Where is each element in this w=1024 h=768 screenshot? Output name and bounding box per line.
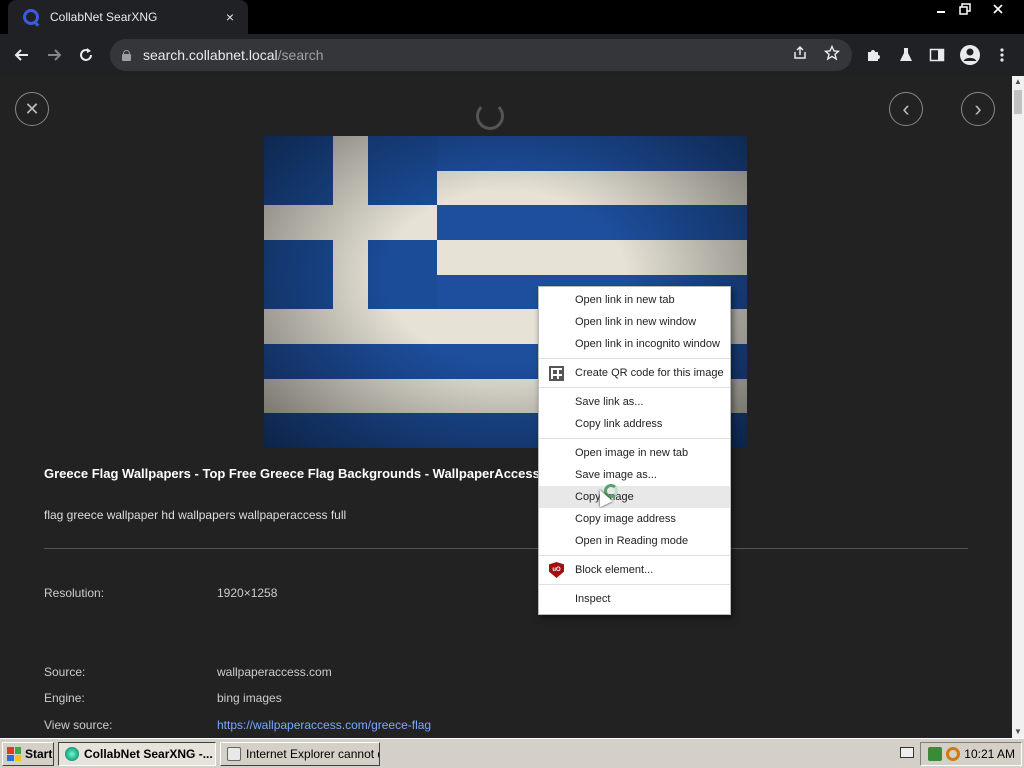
taskbar-item-searxng[interactable]: CollabNet SearXNG -... bbox=[58, 742, 216, 766]
engine-label: Engine: bbox=[44, 691, 85, 705]
loading-spinner-icon bbox=[476, 102, 504, 130]
menu-item-copy-image-address[interactable]: Copy image address bbox=[539, 508, 730, 530]
context-menu: Open link in new tab Open link in new wi… bbox=[538, 286, 731, 615]
menu-item-inspect[interactable]: Inspect bbox=[539, 588, 730, 610]
scroll-up-icon[interactable]: ▲ bbox=[1012, 76, 1024, 88]
menu-separator bbox=[539, 584, 730, 585]
menu-item-open-image-new-tab[interactable]: Open image in new tab bbox=[539, 442, 730, 464]
system-tray: 10:21 AM bbox=[920, 742, 1022, 766]
result-title: Greece Flag Wallpapers - Top Free Greece… bbox=[44, 466, 540, 481]
close-icon bbox=[993, 4, 1003, 14]
back-button[interactable] bbox=[6, 39, 38, 71]
keyboard-layout-icon[interactable] bbox=[900, 747, 914, 758]
menu-item-open-link-incognito[interactable]: Open link in incognito window bbox=[539, 333, 730, 355]
menu-item-block-element[interactable]: uO Block element... bbox=[539, 559, 730, 581]
menu-item-save-link-as[interactable]: Save link as... bbox=[539, 391, 730, 413]
window-close-button[interactable] bbox=[984, 0, 1012, 18]
lock-icon bbox=[122, 49, 131, 61]
address-bar[interactable]: search.collabnet.local/search bbox=[110, 39, 852, 71]
task-label: Internet Explorer cannot d... bbox=[246, 747, 380, 761]
menu-separator bbox=[539, 438, 730, 439]
menu-separator bbox=[539, 358, 730, 359]
menu-button[interactable] bbox=[986, 39, 1018, 71]
menu-item-label: Create QR code for this image bbox=[575, 367, 724, 379]
menu-item-label: Block element... bbox=[575, 564, 654, 576]
divider bbox=[44, 548, 968, 549]
previous-image-button[interactable]: ‹ bbox=[889, 92, 923, 126]
ie-error-page-icon bbox=[227, 747, 241, 761]
forward-arrow-icon bbox=[48, 49, 62, 61]
browser-titlebar: CollabNet SearXNG × bbox=[0, 0, 1024, 34]
forward-button[interactable] bbox=[38, 39, 70, 71]
source-label: Source: bbox=[44, 665, 86, 679]
menu-item-open-link-new-tab[interactable]: Open link in new tab bbox=[539, 289, 730, 311]
labs-button[interactable] bbox=[890, 39, 922, 71]
windows-logo-icon bbox=[7, 747, 21, 761]
menu-item-create-qr-code[interactable]: Create QR code for this image bbox=[539, 362, 730, 384]
restore-icon bbox=[959, 3, 971, 15]
chrome-icon bbox=[65, 747, 79, 761]
network-tray-icon[interactable] bbox=[928, 747, 943, 761]
bookmark-star-icon[interactable] bbox=[823, 44, 841, 65]
url-path: /search bbox=[277, 47, 324, 63]
kebab-menu-icon bbox=[1000, 48, 1004, 62]
reload-icon bbox=[80, 48, 92, 61]
resolution-label: Resolution: bbox=[44, 586, 105, 600]
browser-tab[interactable]: CollabNet SearXNG × bbox=[8, 0, 248, 34]
restore-button[interactable] bbox=[951, 0, 979, 18]
source-value: wallpaperaccess.com bbox=[217, 665, 332, 679]
search-tray-icon[interactable] bbox=[946, 747, 961, 761]
scroll-thumb[interactable] bbox=[1014, 90, 1022, 114]
puzzle-icon bbox=[868, 50, 880, 61]
scroll-down-icon[interactable]: ▼ bbox=[1012, 726, 1024, 738]
menu-item-copy-link-address[interactable]: Copy link address bbox=[539, 413, 730, 435]
image-viewer-page: ✕ ‹ › Greece Flag Wallpapers - Top Free … bbox=[0, 76, 1012, 738]
start-label: Start bbox=[25, 747, 53, 761]
start-button[interactable]: Start bbox=[2, 742, 54, 766]
engine-value: bing images bbox=[217, 691, 282, 705]
minimize-icon bbox=[937, 11, 945, 13]
resolution-value: 1920×1258 bbox=[217, 586, 278, 600]
share-icon[interactable] bbox=[792, 45, 808, 65]
tab-title: CollabNet SearXNG bbox=[50, 10, 158, 24]
windows-taskbar: Start CollabNet SearXNG -... Internet Ex… bbox=[0, 738, 1024, 768]
profile-button[interactable] bbox=[954, 39, 986, 71]
side-panel-button[interactable] bbox=[921, 39, 953, 71]
clock: 10:21 AM bbox=[964, 747, 1015, 761]
side-panel-icon bbox=[929, 48, 945, 62]
next-image-button[interactable]: › bbox=[961, 92, 995, 126]
menu-separator bbox=[539, 555, 730, 556]
view-source-link[interactable]: https://wallpaperaccess.com/greece-flag bbox=[217, 718, 431, 732]
viewer-close-button[interactable]: ✕ bbox=[15, 92, 49, 126]
back-arrow-icon bbox=[14, 49, 28, 61]
qr-code-icon bbox=[549, 366, 564, 381]
avatar-icon bbox=[960, 45, 980, 65]
menu-item-copy-image[interactable]: Copy image bbox=[539, 486, 730, 508]
flask-icon bbox=[900, 48, 912, 61]
tab-close-button[interactable]: × bbox=[222, 9, 238, 25]
ublock-shield-icon: uO bbox=[549, 562, 564, 578]
searxng-favicon-icon bbox=[22, 8, 40, 26]
menu-item-save-image-as[interactable]: Save image as... bbox=[539, 464, 730, 486]
page-scrollbar[interactable]: ▲ ▼ bbox=[1012, 76, 1024, 738]
reload-button[interactable] bbox=[70, 39, 102, 71]
taskbar-item-internet-explorer[interactable]: Internet Explorer cannot d... bbox=[220, 742, 380, 766]
result-description: flag greece wallpaper hd wallpapers wall… bbox=[44, 508, 347, 522]
browser-toolbar: search.collabnet.local/search bbox=[0, 34, 1024, 76]
menu-item-open-link-new-window[interactable]: Open link in new window bbox=[539, 311, 730, 333]
menu-item-open-reading-mode[interactable]: Open in Reading mode bbox=[539, 530, 730, 552]
url-host: search.collabnet.local bbox=[143, 47, 278, 63]
view-source-label: View source: bbox=[44, 718, 113, 732]
extensions-button[interactable] bbox=[858, 39, 890, 71]
task-label: CollabNet SearXNG -... bbox=[84, 747, 213, 761]
menu-separator bbox=[539, 387, 730, 388]
